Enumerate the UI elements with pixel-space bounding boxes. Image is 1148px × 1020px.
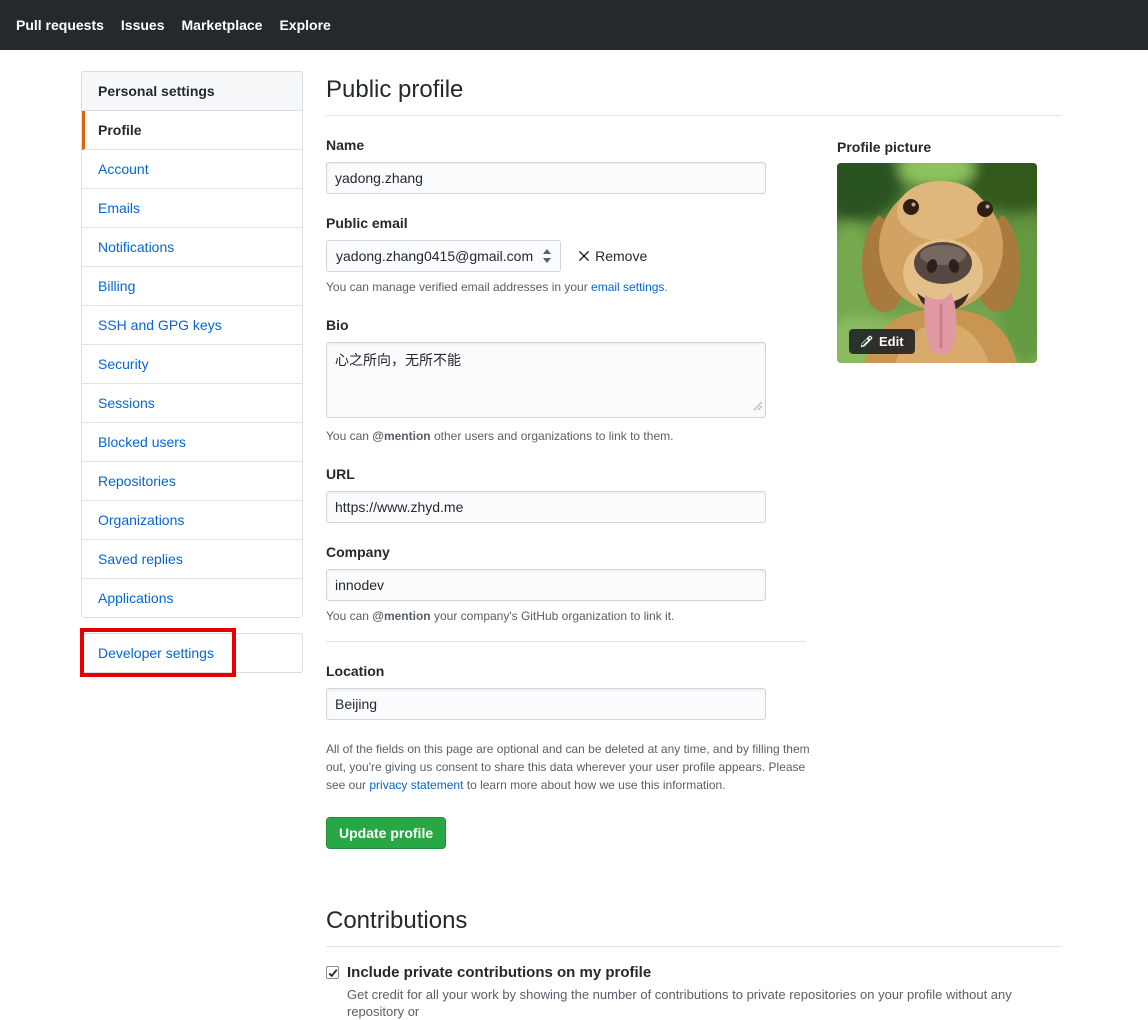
company-input[interactable]	[326, 569, 766, 601]
location-input[interactable]	[326, 688, 766, 720]
public-email-select[interactable]: yadong.zhang0415@gmail.com	[326, 240, 561, 272]
private-contributions-checkbox[interactable]	[326, 966, 339, 979]
contributions-title: Contributions	[326, 906, 1062, 947]
sidebar-item-billing[interactable]: Billing	[82, 267, 302, 306]
sidebar-title: Personal settings	[82, 72, 302, 111]
edit-label: Edit	[879, 334, 904, 349]
sidebar-item-repositories[interactable]: Repositories	[82, 462, 302, 501]
nav-item-pull-requests[interactable]: Pull requests	[16, 17, 104, 33]
sidebar-item-account[interactable]: Account	[82, 150, 302, 189]
sidebar-item-security[interactable]: Security	[82, 345, 302, 384]
sidebar-item-sessions[interactable]: Sessions	[82, 384, 302, 423]
settings-sidebar: Personal settings Profile Account Emails…	[81, 71, 303, 673]
profile-disclaimer: All of the fields on this page are optio…	[326, 740, 810, 794]
privacy-statement-link[interactable]: privacy statement	[369, 778, 463, 792]
profile-picture: Edit	[837, 163, 1037, 363]
private-contributions-description: Get credit for all your work by showing …	[347, 986, 1047, 1020]
bio-note: You can @mention other users and organiz…	[326, 428, 806, 445]
sidebar-item-profile[interactable]: Profile	[82, 111, 302, 150]
select-caret-icon	[543, 249, 551, 263]
public-email-label: Public email	[326, 213, 806, 233]
bio-textarea[interactable]: 心之所向，无所不能	[326, 342, 766, 418]
name-input[interactable]	[326, 162, 766, 194]
sidebar-item-ssh-gpg-keys[interactable]: SSH and GPG keys	[82, 306, 302, 345]
pencil-icon	[860, 335, 873, 348]
company-note: You can @mention your company's GitHub o…	[326, 608, 806, 625]
contributions-section: Contributions Include private contributi…	[326, 906, 1062, 1020]
personal-settings-menu: Personal settings Profile Account Emails…	[81, 71, 303, 618]
url-label: URL	[326, 464, 806, 484]
x-icon	[578, 250, 590, 262]
nav-item-explore[interactable]: Explore	[279, 17, 330, 33]
name-label: Name	[326, 135, 806, 155]
edit-avatar-button[interactable]: Edit	[849, 329, 915, 354]
sidebar-item-saved-replies[interactable]: Saved replies	[82, 540, 302, 579]
profile-form: Name Public email yadong.zhang0415@gmail…	[326, 116, 806, 849]
developer-settings-link[interactable]: Developer settings	[82, 634, 302, 672]
page-layout: Personal settings Profile Account Emails…	[0, 50, 1148, 1020]
developer-settings-box: Developer settings	[81, 633, 303, 673]
profile-picture-section: Profile picture	[837, 116, 1042, 849]
form-divider	[326, 641, 806, 642]
sidebar-item-notifications[interactable]: Notifications	[82, 228, 302, 267]
public-email-selected-value: yadong.zhang0415@gmail.com	[336, 248, 533, 264]
nav-item-issues[interactable]: Issues	[121, 17, 165, 33]
nav-item-marketplace[interactable]: Marketplace	[182, 17, 263, 33]
company-label: Company	[326, 542, 806, 562]
top-navbar: Pull requests Issues Marketplace Explore	[0, 0, 1148, 50]
email-note: You can manage verified email addresses …	[326, 279, 806, 296]
main-content: Public profile Name Public email yadong.…	[326, 71, 1062, 1020]
resize-grip-icon[interactable]	[753, 398, 763, 414]
sidebar-item-blocked-users[interactable]: Blocked users	[82, 423, 302, 462]
private-contributions-label[interactable]: Include private contributions on my prof…	[347, 964, 651, 982]
page-title: Public profile	[326, 75, 1062, 116]
location-label: Location	[326, 661, 806, 681]
checkmark-icon	[328, 968, 338, 978]
url-input[interactable]	[326, 491, 766, 523]
remove-email-button[interactable]: Remove	[578, 248, 647, 264]
sidebar-item-organizations[interactable]: Organizations	[82, 501, 302, 540]
profile-picture-label: Profile picture	[837, 139, 1042, 155]
sidebar-item-applications[interactable]: Applications	[82, 579, 302, 617]
sidebar-item-emails[interactable]: Emails	[82, 189, 302, 228]
email-settings-link[interactable]: email settings	[591, 280, 664, 294]
update-profile-button[interactable]: Update profile	[326, 817, 446, 849]
remove-label: Remove	[595, 248, 647, 264]
bio-label: Bio	[326, 315, 806, 335]
